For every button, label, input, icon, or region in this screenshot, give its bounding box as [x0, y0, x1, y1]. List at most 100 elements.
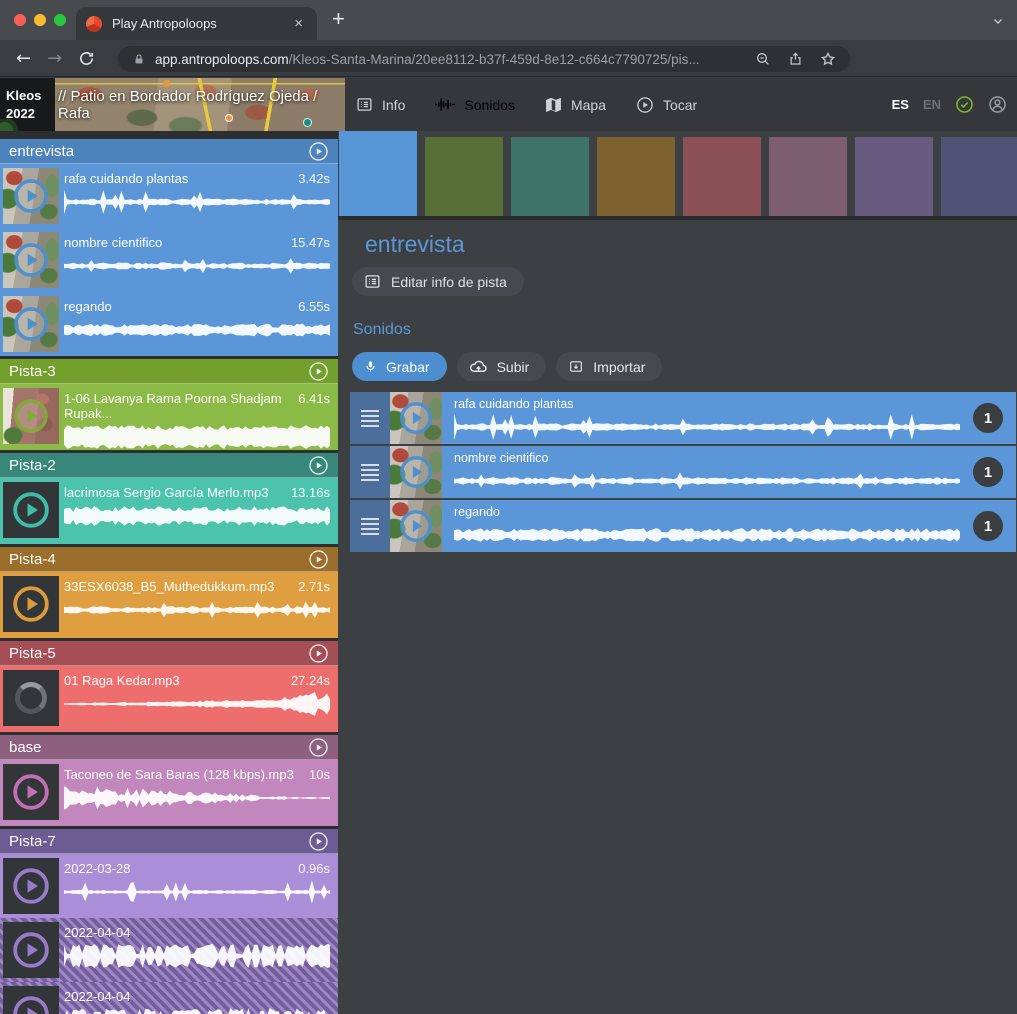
sidebar-sound-row[interactable]: regando6.55s — [0, 292, 338, 356]
waveform[interactable] — [454, 521, 960, 549]
track-header[interactable]: entrevista — [0, 139, 338, 164]
sidebar-sound-row[interactable]: Taconeo de Sara Baras (128 kbps).mp310s — [0, 760, 338, 826]
track-header[interactable]: Pista-4 — [0, 547, 338, 572]
sidebar-sound-row[interactable]: 33ESX6038_B5_Muthedukkum.mp32.71s — [0, 572, 338, 638]
track-swatch[interactable] — [683, 137, 761, 216]
track-play-icon[interactable] — [308, 737, 329, 758]
play-icon[interactable] — [13, 242, 49, 278]
waveform[interactable] — [64, 785, 330, 811]
track-swatch[interactable] — [769, 137, 847, 216]
back-button[interactable]: ← — [16, 48, 31, 69]
sidebar-sound-row[interactable]: 2022-04-04 — [0, 918, 338, 982]
window-controls[interactable] — [14, 14, 66, 26]
sidebar-sound-row[interactable]: 2022-04-04 — [0, 982, 338, 1014]
waveform[interactable] — [64, 1007, 330, 1014]
waveform[interactable] — [64, 597, 330, 623]
minimize-window-button[interactable] — [34, 14, 46, 26]
track-swatch[interactable] — [855, 137, 933, 216]
account-icon[interactable] — [988, 95, 1007, 114]
play-icon[interactable] — [12, 931, 50, 969]
app-logo[interactable]: Kleos 2022 — [0, 78, 55, 131]
track-header[interactable]: Pista-3 — [0, 359, 338, 384]
import-button[interactable]: Importar — [556, 352, 662, 381]
lang-es-button[interactable]: ES — [892, 97, 909, 112]
drag-handle-icon[interactable] — [350, 392, 390, 444]
track-swatch[interactable] — [511, 137, 589, 216]
play-icon[interactable] — [13, 306, 49, 342]
track-header[interactable]: Pista-7 — [0, 829, 338, 854]
play-icon[interactable] — [12, 867, 50, 905]
forward-button[interactable]: → — [47, 48, 62, 69]
panel-sound-row[interactable]: rafa cuidando plantas 1 — [350, 392, 1016, 444]
play-icon[interactable] — [12, 491, 50, 529]
share-icon[interactable] — [788, 51, 803, 67]
close-window-button[interactable] — [14, 14, 26, 26]
sound-thumbnail[interactable] — [3, 986, 59, 1014]
play-icon[interactable] — [12, 773, 50, 811]
bookmark-star-icon[interactable] — [820, 51, 836, 67]
drag-handle-icon[interactable] — [350, 500, 390, 552]
panel-sound-row[interactable]: regando 1 — [350, 500, 1016, 552]
panel-sound-row[interactable]: nombre cientifico 1 — [350, 446, 1016, 498]
track-play-icon[interactable] — [308, 455, 329, 476]
sidebar-sound-row[interactable]: lacrimosa Sergio García Merlo.mp313.16s — [0, 478, 338, 544]
sound-thumbnail[interactable] — [3, 168, 59, 224]
track-play-icon[interactable] — [308, 643, 329, 664]
play-icon[interactable] — [12, 585, 50, 623]
play-icon[interactable] — [13, 398, 49, 434]
lock-icon[interactable] — [133, 53, 145, 66]
sidebar-sound-row[interactable]: 2022-03-280.96s — [0, 854, 338, 918]
waveform[interactable] — [454, 467, 960, 495]
sync-check-icon[interactable] — [955, 95, 974, 114]
waveform[interactable] — [64, 691, 330, 717]
tab-mapa[interactable]: Mapa — [545, 97, 606, 113]
sound-thumbnail[interactable] — [3, 296, 59, 352]
track-play-icon[interactable] — [308, 549, 329, 570]
waveform[interactable] — [64, 943, 330, 969]
play-icon[interactable] — [399, 455, 433, 489]
track-play-icon[interactable] — [308, 141, 329, 162]
maximize-window-button[interactable] — [54, 14, 66, 26]
sound-thumbnail[interactable] — [390, 500, 442, 552]
sound-thumbnail[interactable] — [3, 922, 59, 978]
sound-thumbnail[interactable] — [3, 858, 59, 914]
play-icon[interactable] — [399, 509, 433, 543]
record-button[interactable]: Grabar — [352, 352, 447, 381]
address-bar[interactable]: app.antropoloops.com /Kleos-Santa-Marina… — [118, 46, 850, 72]
edit-track-info-button[interactable]: Editar info de pista — [352, 267, 524, 296]
tab-info[interactable]: Info — [356, 96, 405, 113]
play-icon[interactable] — [12, 995, 50, 1014]
track-header[interactable]: Pista-5 — [0, 641, 338, 666]
tab-sonidos[interactable]: Sonidos — [435, 97, 515, 113]
track-header[interactable]: Pista-2 — [0, 453, 338, 478]
waveform[interactable] — [64, 424, 330, 450]
tab-search-chevron-icon[interactable] — [991, 14, 1005, 28]
sound-thumbnail[interactable] — [3, 576, 59, 632]
track-play-icon[interactable] — [308, 361, 329, 382]
waveform[interactable] — [64, 253, 330, 279]
track-swatch[interactable] — [425, 137, 503, 216]
lang-en-button[interactable]: EN — [923, 97, 941, 112]
waveform[interactable] — [64, 503, 330, 529]
zoom-out-icon[interactable] — [755, 51, 771, 67]
upload-button[interactable]: Subir — [457, 352, 547, 381]
sound-thumbnail[interactable] — [3, 388, 59, 444]
sidebar-sound-row[interactable]: rafa cuidando plantas3.42s — [0, 164, 338, 228]
sound-thumbnail[interactable] — [3, 764, 59, 820]
waveform[interactable] — [454, 413, 960, 441]
drag-handle-icon[interactable] — [350, 446, 390, 498]
tab-tocar[interactable]: Tocar — [636, 96, 697, 114]
reload-button[interactable] — [78, 50, 95, 67]
track-header[interactable]: base — [0, 735, 338, 760]
sidebar-sound-row[interactable]: nombre cientifico15.47s — [0, 228, 338, 292]
sidebar-sound-row[interactable]: 01 Raga Kedar.mp327.24s — [0, 666, 338, 732]
sidebar-sound-row[interactable]: 1-06 Lavanya Rama Poorna Shadjam Rupak..… — [0, 384, 338, 450]
sound-thumbnail[interactable] — [3, 232, 59, 288]
waveform[interactable] — [64, 317, 330, 343]
new-tab-button[interactable]: + — [332, 6, 345, 32]
track-swatch[interactable] — [597, 137, 675, 216]
track-play-icon[interactable] — [308, 831, 329, 852]
track-swatch[interactable] — [941, 137, 1017, 216]
play-icon[interactable] — [399, 401, 433, 435]
browser-tab[interactable]: Play Antropoloops × — [76, 7, 317, 40]
